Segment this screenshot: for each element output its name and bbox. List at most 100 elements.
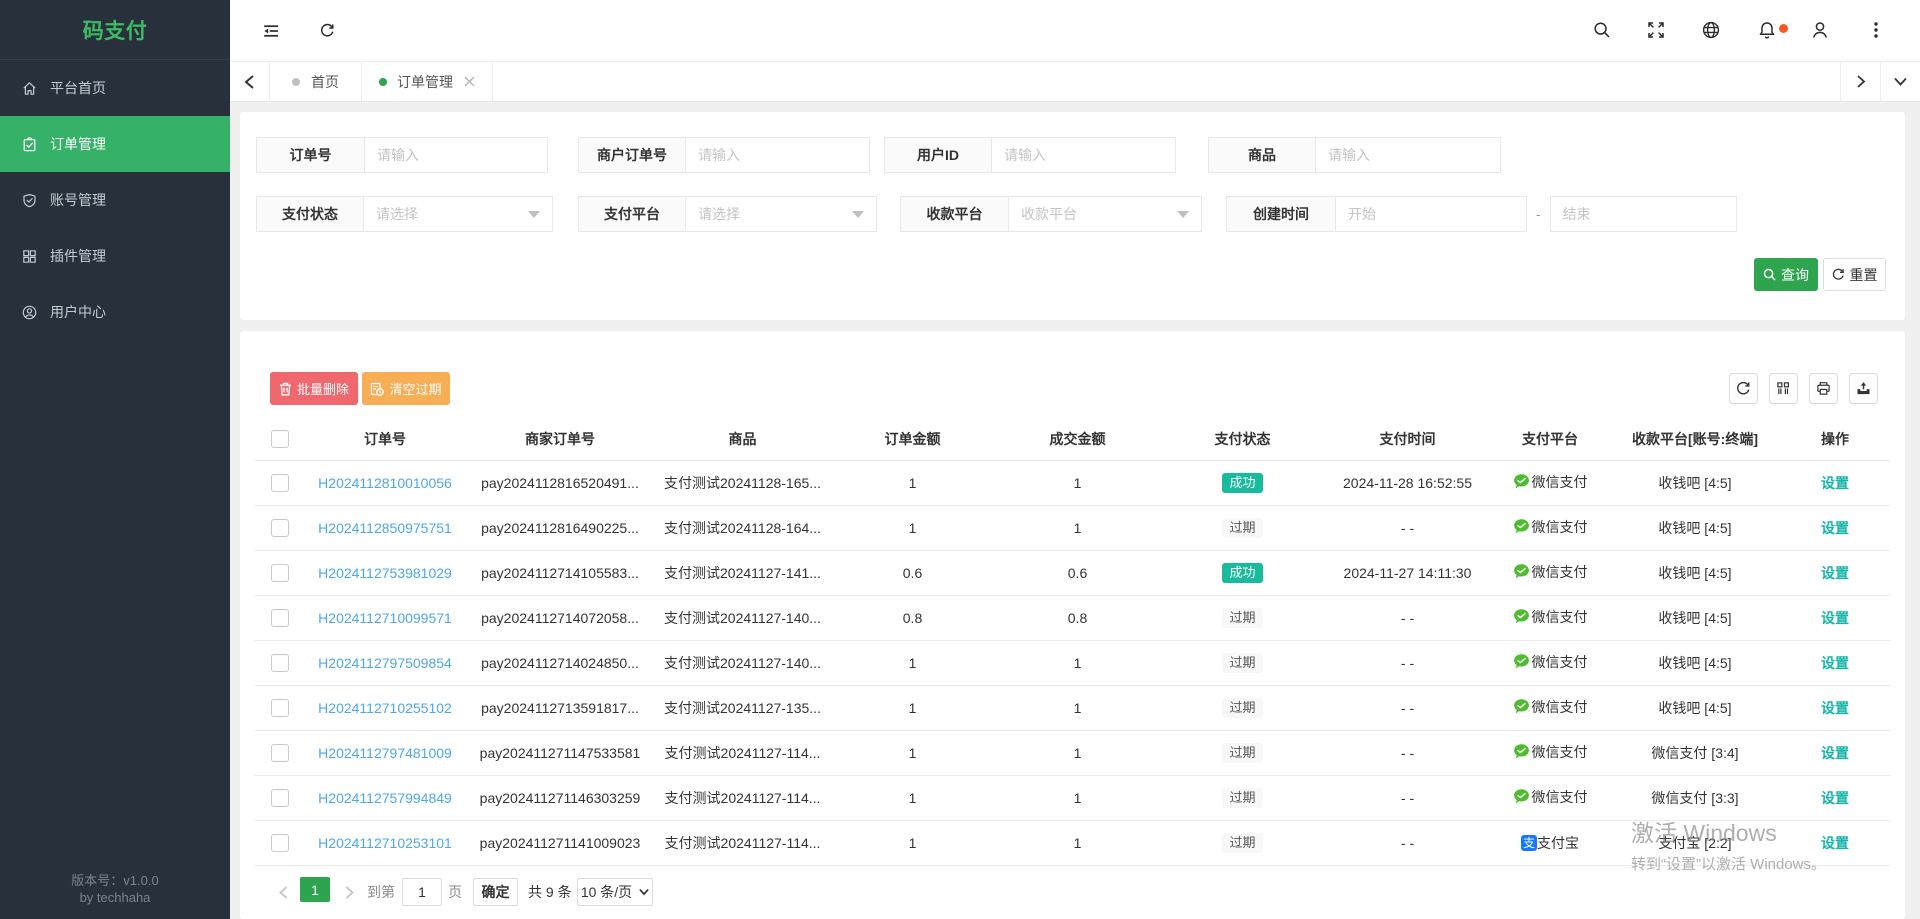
fullscreen-icon[interactable] bbox=[1647, 21, 1665, 39]
status-badge: 过期 bbox=[1222, 743, 1262, 763]
prev-page-icon[interactable] bbox=[270, 877, 296, 907]
product-cell: 支付测试20241128-164... bbox=[655, 505, 830, 550]
pay-time-cell: 2024-11-28 16:52:55 bbox=[1325, 460, 1490, 505]
batch-delete-button[interactable]: 批量删除 bbox=[270, 372, 358, 405]
order-no-link[interactable]: H2024112710255102 bbox=[318, 700, 452, 716]
filter-input[interactable]: 请输入 bbox=[1315, 137, 1501, 173]
sidebar-item-2[interactable]: 账号管理 bbox=[0, 172, 230, 228]
row-checkbox[interactable] bbox=[271, 699, 289, 717]
filter-select[interactable]: 收款平台 bbox=[1008, 196, 1202, 232]
order-no-link[interactable]: H2024112810010056 bbox=[318, 475, 452, 491]
sidebar-item-4[interactable]: 用户中心 bbox=[0, 284, 230, 340]
page-1-button[interactable]: 1 bbox=[300, 877, 330, 902]
clear-expired-label: 清空过期 bbox=[389, 379, 441, 398]
reset-button[interactable]: 重置 bbox=[1823, 258, 1886, 291]
paid-cell: 0.8 bbox=[995, 595, 1160, 640]
settings-link[interactable]: 设置 bbox=[1821, 610, 1849, 626]
order-no-link[interactable]: H2024112710253101 bbox=[318, 835, 452, 851]
settings-link[interactable]: 设置 bbox=[1821, 475, 1849, 491]
filter-columns-icon[interactable] bbox=[1769, 373, 1798, 404]
order-no-link[interactable]: H2024112797509854 bbox=[318, 655, 452, 671]
refresh-page-icon[interactable] bbox=[320, 23, 335, 38]
sidebar-item-3[interactable]: 插件管理 bbox=[0, 228, 230, 284]
row-checkbox[interactable] bbox=[271, 834, 289, 852]
settings-link[interactable]: 设置 bbox=[1821, 565, 1849, 581]
pay-time-cell: 2024-11-27 14:11:30 bbox=[1325, 550, 1490, 595]
order-no-link[interactable]: H2024112797481009 bbox=[318, 745, 452, 761]
receiver-cell: 微信支付 [3:4] bbox=[1610, 730, 1780, 775]
pagination: 1 到第 1 页 确定 共 9 条 10 条/页 bbox=[240, 865, 1905, 919]
tab-dot bbox=[379, 78, 387, 86]
search-icon[interactable] bbox=[1593, 21, 1611, 39]
user-icon[interactable] bbox=[1811, 21, 1829, 39]
order-no-link[interactable]: H2024112710099571 bbox=[318, 610, 452, 626]
tab-home[interactable]: 首页 bbox=[270, 62, 362, 101]
tabs-menu-icon[interactable] bbox=[1880, 62, 1920, 101]
status-badge: 成功 bbox=[1222, 473, 1262, 493]
row-checkbox[interactable] bbox=[271, 519, 289, 537]
date-end-input[interactable]: 结束 bbox=[1550, 196, 1737, 232]
order-no-link[interactable]: H2024112850975751 bbox=[318, 520, 452, 536]
confirm-page-button[interactable]: 确定 bbox=[473, 878, 518, 906]
search-button[interactable]: 查询 bbox=[1754, 258, 1818, 291]
collapse-sidebar-icon[interactable] bbox=[263, 23, 279, 39]
kebab-menu-icon[interactable] bbox=[1873, 21, 1879, 39]
row-checkbox[interactable] bbox=[271, 789, 289, 807]
row-checkbox[interactable] bbox=[271, 744, 289, 762]
row-checkbox[interactable] bbox=[271, 564, 289, 582]
select-all-checkbox[interactable] bbox=[271, 430, 289, 448]
home-icon bbox=[22, 81, 37, 96]
clipboard-check-icon bbox=[22, 137, 37, 152]
filter-input[interactable]: 请输入 bbox=[685, 137, 870, 173]
page-size-select[interactable]: 10 条/页 bbox=[577, 878, 653, 906]
wechat-pay-icon bbox=[1513, 473, 1530, 490]
filter-select[interactable]: 请选择 bbox=[685, 196, 877, 232]
settings-link[interactable]: 设置 bbox=[1821, 790, 1849, 806]
settings-link[interactable]: 设置 bbox=[1821, 700, 1849, 716]
order-no-link[interactable]: H2024112753981029 bbox=[318, 565, 452, 581]
filter-input[interactable]: 请输入 bbox=[364, 137, 548, 173]
row-checkbox[interactable] bbox=[271, 609, 289, 627]
pay-time-cell: - - bbox=[1325, 595, 1490, 640]
tabs-scroll-right-icon[interactable] bbox=[1840, 62, 1880, 101]
merchant-no-cell: pay2024112714072058... bbox=[465, 595, 655, 640]
settings-link[interactable]: 设置 bbox=[1821, 745, 1849, 761]
table-refresh-icon[interactable] bbox=[1729, 373, 1758, 404]
tab-label: 订单管理 bbox=[397, 72, 453, 92]
row-checkbox[interactable] bbox=[271, 474, 289, 492]
sidebar-item-0[interactable]: 平台首页 bbox=[0, 60, 230, 116]
tab-close-icon[interactable] bbox=[464, 76, 475, 87]
platform-label: 微信支付 bbox=[1532, 742, 1588, 762]
next-page-icon[interactable] bbox=[336, 877, 362, 907]
order-row-7: H2024112757994849pay202411271146303259支付… bbox=[255, 775, 1890, 820]
platform-label: 微信支付 bbox=[1532, 697, 1588, 717]
filter-group-0: 订单号请输入 bbox=[256, 137, 548, 173]
pay-time-cell: - - bbox=[1325, 775, 1490, 820]
platform-label: 微信支付 bbox=[1532, 787, 1588, 807]
globe-icon[interactable] bbox=[1702, 21, 1720, 39]
page-number-input[interactable]: 1 bbox=[402, 878, 442, 906]
filter-select[interactable]: 请选择 bbox=[363, 196, 553, 232]
order-no-link[interactable]: H2024112757994849 bbox=[318, 790, 452, 806]
row-checkbox[interactable] bbox=[271, 654, 289, 672]
bell-icon[interactable] bbox=[1758, 21, 1776, 39]
platform-label: 微信支付 bbox=[1532, 652, 1588, 672]
settings-link[interactable]: 设置 bbox=[1821, 520, 1849, 536]
date-start-input[interactable]: 开始 bbox=[1335, 196, 1527, 232]
print-icon[interactable] bbox=[1809, 373, 1838, 404]
table-header-row: 订单号 商家订单号 商品 订单金额 成交金额 支付状态 支付时间 支付平台 收款… bbox=[255, 418, 1890, 460]
settings-link[interactable]: 设置 bbox=[1821, 835, 1849, 851]
receiver-cell: 微信支付 [3:3] bbox=[1610, 775, 1780, 820]
platform-cell: 支支付宝 bbox=[1521, 833, 1579, 853]
sidebar-item-1[interactable]: 订单管理 bbox=[0, 116, 230, 172]
receiver-cell: 收钱吧 [4:5] bbox=[1610, 685, 1780, 730]
filter-input[interactable]: 请输入 bbox=[991, 137, 1176, 173]
tab-order-management[interactable]: 订单管理 bbox=[362, 62, 493, 101]
pay-time-cell: - - bbox=[1325, 505, 1490, 550]
export-icon[interactable] bbox=[1849, 373, 1878, 404]
tabs-scroll-left-icon[interactable] bbox=[230, 62, 270, 101]
sidebar-item-label: 订单管理 bbox=[50, 134, 106, 154]
clear-expired-button[interactable]: 清空过期 bbox=[362, 372, 450, 405]
settings-link[interactable]: 设置 bbox=[1821, 655, 1849, 671]
platform-label: 微信支付 bbox=[1532, 562, 1588, 582]
